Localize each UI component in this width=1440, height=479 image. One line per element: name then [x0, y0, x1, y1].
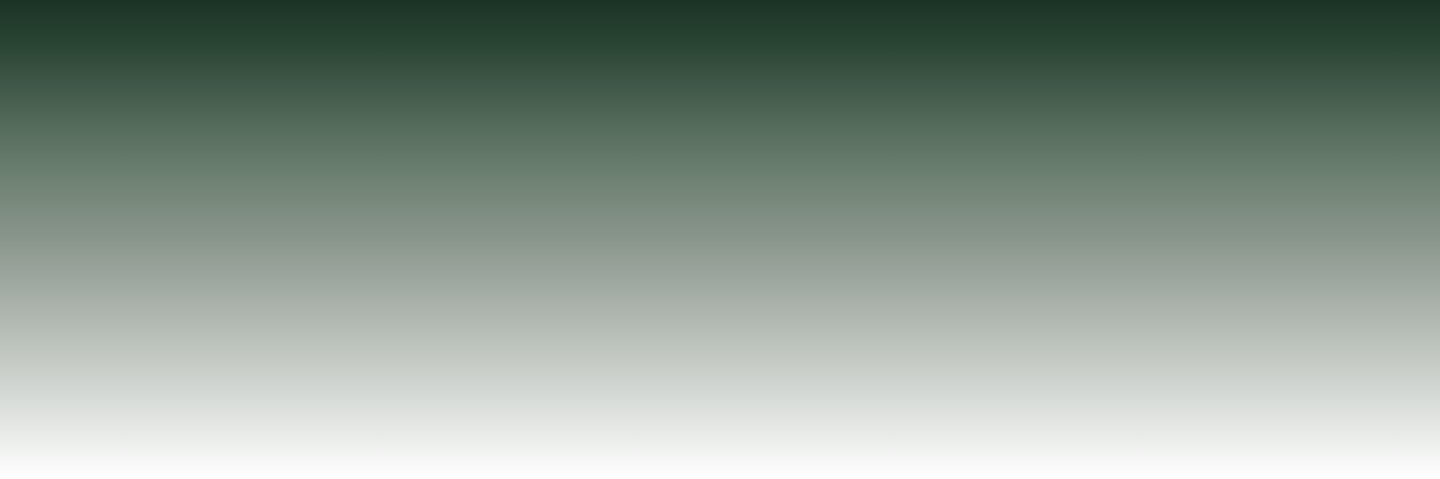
- gradient-backdrop: [0, 0, 1440, 479]
